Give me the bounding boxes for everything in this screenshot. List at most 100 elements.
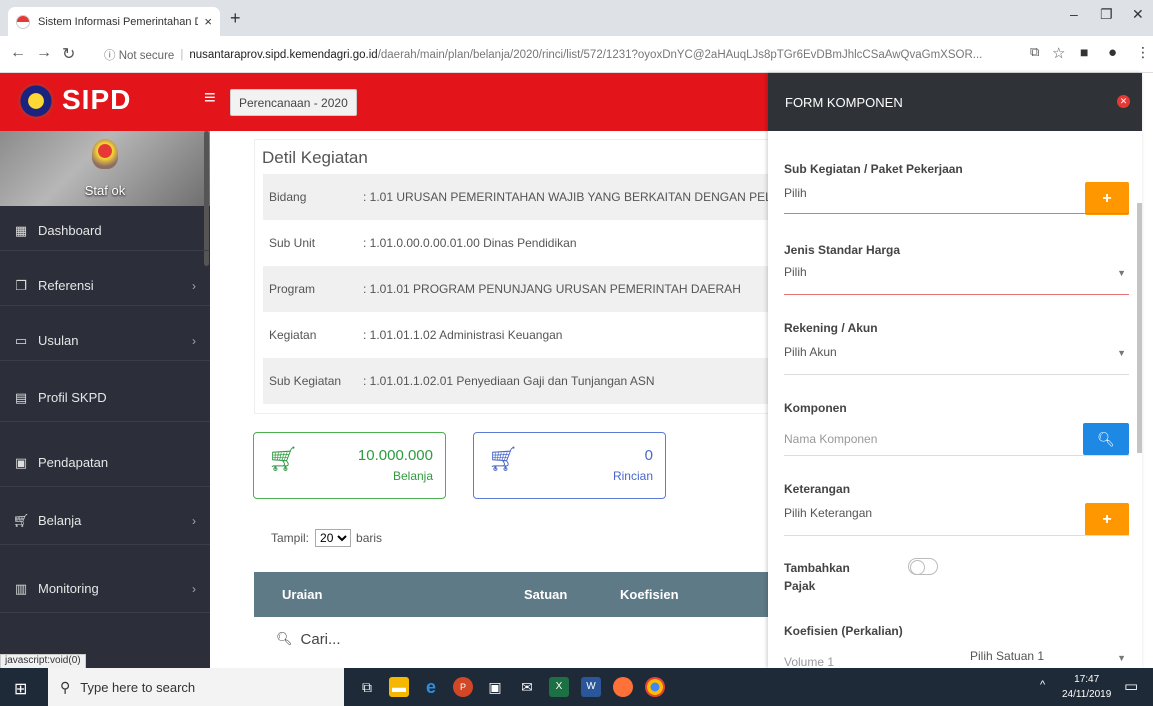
new-tab-button[interactable]: +	[230, 8, 241, 29]
sidebar-item-usulan[interactable]: ▭ Usulan ›	[0, 321, 210, 361]
excel-icon[interactable]: X	[549, 677, 569, 697]
main-content: Detil Kegiatan Bidang : 1.01 URUSAN PEME…	[210, 131, 768, 668]
detail-value: : 1.01.01.1.02 Administrasi Keuangan	[363, 328, 563, 342]
extension-icon[interactable]: ■	[1080, 44, 1088, 60]
firefox-icon[interactable]	[613, 677, 633, 697]
search-icon: ⚲	[60, 678, 71, 695]
file-explorer-icon[interactable]: ▬	[389, 677, 409, 697]
chevron-right-icon: ›	[192, 513, 196, 528]
taskbar-search-box[interactable]: ⚲ Type here to search	[48, 668, 344, 706]
windows-start-icon[interactable]: ⊞	[14, 679, 27, 699]
window-restore-button[interactable]: ❐	[1100, 6, 1113, 23]
pajak-label: Tambahkan Pajak	[784, 561, 850, 593]
panel-scrollbar[interactable]	[1137, 203, 1142, 453]
hamburger-menu-icon[interactable]: ≡	[204, 87, 216, 110]
user-name[interactable]: Staf ok	[0, 183, 210, 198]
chevron-down-icon[interactable]: ▼	[1117, 653, 1126, 663]
taskbar-clock[interactable]: 17:47 24/11/2019	[1062, 672, 1111, 702]
store-icon[interactable]: ▣	[485, 677, 505, 697]
tab-title: Sistem Informasi Pemerintahan D	[38, 15, 199, 28]
detail-key: Sub Unit	[269, 236, 316, 250]
form-komponen-panel: FORM KOMPONEN ✕ Sub Kegiatan / Paket Pek…	[768, 73, 1142, 668]
user-profile-panel: Staf ok	[0, 131, 210, 206]
sidebar-item-dashboard[interactable]: ▦ Dashboard	[0, 211, 210, 251]
money-icon: ▣	[14, 454, 28, 470]
detail-row-sub-unit: Sub Unit : 1.01.0.00.0.00.01.00 Dinas Pe…	[263, 220, 768, 266]
chevron-up-icon[interactable]: ^	[1040, 679, 1045, 691]
table-search[interactable]: 🔍︎ Cari...	[254, 617, 768, 661]
window-minimize-button[interactable]: –	[1070, 6, 1078, 22]
cart-icon: 🛒︎	[488, 446, 519, 473]
sidebar-item-belanja[interactable]: 🛒︎ Belanja ›	[0, 497, 210, 545]
tab-close-icon[interactable]: ×	[204, 14, 212, 29]
back-arrow-icon[interactable]: ←	[10, 44, 26, 62]
sipd-logo-icon	[18, 83, 54, 119]
rekening-label: Rekening / Akun	[784, 321, 878, 335]
rincian-summary-card[interactable]: 🛒︎ 0 Rincian	[473, 432, 666, 499]
keterangan-label: Keterangan	[784, 482, 851, 496]
pajak-toggle[interactable]	[908, 558, 938, 575]
detail-key: Program	[269, 282, 316, 296]
task-view-icon[interactable]: ⧉	[357, 677, 377, 697]
close-icon[interactable]: ✕	[1117, 95, 1130, 108]
satuan-select[interactable]: Pilih Satuan 1	[970, 649, 1044, 663]
show-label: Tampil:	[271, 531, 310, 545]
detail-title: Detil Kegiatan	[262, 148, 368, 167]
chevron-down-icon[interactable]: ▼	[1117, 348, 1126, 358]
copy-icon: ❐	[15, 277, 27, 293]
windows-taskbar: ⊞ ⚲ Type here to search ⧉ ▬ e P ▣ ✉ X W …	[0, 668, 1153, 706]
sidebar-item-profil-skpd[interactable]: ▤ Profil SKPD	[0, 374, 210, 422]
search-icon: 🔍︎	[1097, 430, 1115, 447]
divider	[784, 535, 1129, 536]
browser-menu-icon[interactable]: ⋮	[1136, 44, 1150, 61]
reload-icon[interactable]: ↻	[62, 44, 75, 64]
chrome-icon[interactable]	[645, 677, 665, 697]
forward-arrow-icon[interactable]: →	[36, 44, 52, 62]
powerpoint-icon[interactable]: P	[453, 677, 473, 697]
page-size-control: Tampil: 20 baris	[271, 529, 382, 547]
sidebar: Staf ok ▦ Dashboard ❐ Referensi › ▭ Usul…	[0, 131, 210, 668]
security-indicator[interactable]: ⓘ Not secure	[104, 47, 174, 63]
rekening-select[interactable]: Pilih Akun	[784, 345, 837, 359]
window-close-button[interactable]: ✕	[1132, 6, 1144, 23]
sub-kegiatan-select[interactable]: Pilih	[784, 186, 807, 200]
add-keterangan-button[interactable]: +	[1085, 503, 1129, 536]
belanja-summary-card[interactable]: 🛒︎ 10.000.000 Belanja	[253, 432, 446, 499]
column-header-satuan[interactable]: Satuan	[524, 587, 567, 602]
translate-icon[interactable]: ⧉	[1030, 44, 1039, 60]
table-header: Uraian Satuan Koefisien	[254, 572, 768, 617]
volume-input[interactable]: Volume 1	[784, 655, 834, 668]
komponen-input[interactable]: Nama Komponen	[784, 432, 877, 446]
detail-row-sub-kegiatan: Sub Kegiatan : 1.01.01.1.02.01 Penyediaa…	[263, 358, 768, 404]
mail-icon[interactable]: ✉	[517, 677, 537, 697]
column-header-koefisien[interactable]: Koefisien	[620, 587, 679, 602]
search-placeholder[interactable]: Cari...	[301, 631, 341, 648]
url-path: /daerah/main/plan/belanja/2020/rinci/lis…	[377, 48, 983, 61]
app-brand[interactable]: SIPD	[62, 84, 131, 116]
column-header-uraian[interactable]: Uraian	[282, 587, 322, 602]
profile-icon[interactable]: ●	[1108, 44, 1117, 61]
detail-value: : 1.01.01 PROGRAM PENUNJANG URUSAN PEMER…	[363, 282, 741, 296]
bookmark-star-icon[interactable]: ☆	[1052, 44, 1065, 62]
sidebar-item-referensi[interactable]: ❐ Referensi ›	[0, 266, 210, 306]
add-sub-kegiatan-button[interactable]: +	[1085, 182, 1129, 215]
sidebar-item-pendapatan[interactable]: ▣ Pendapatan	[0, 439, 210, 487]
jenis-standar-harga-select[interactable]: Pilih	[784, 265, 807, 279]
cart-icon: 🛒︎	[12, 512, 30, 528]
edge-browser-icon[interactable]: e	[421, 677, 441, 697]
word-icon[interactable]: W	[581, 677, 601, 697]
page-size-select[interactable]: 20	[315, 529, 352, 547]
sidebar-item-label: Usulan	[38, 333, 79, 348]
planning-year-button[interactable]: Perencanaan - 2020	[230, 89, 357, 116]
url-field[interactable]: ⓘ Not secure | nusantaraprov.sipd.kemend…	[104, 41, 1044, 68]
panel-header: FORM KOMPONEN ✕	[768, 73, 1142, 131]
keterangan-select[interactable]: Pilih Keterangan	[784, 506, 872, 520]
dashboard-icon: ▦	[14, 222, 28, 238]
search-komponen-button[interactable]: 🔍︎	[1083, 423, 1129, 455]
browser-tab[interactable]: Sistem Informasi Pemerintahan D ×	[8, 7, 220, 36]
notification-icon[interactable]: ▭	[1124, 677, 1138, 695]
sidebar-item-monitoring[interactable]: ▥ Monitoring ›	[0, 565, 210, 613]
chevron-down-icon[interactable]: ▼	[1117, 268, 1126, 278]
taskbar-search-placeholder[interactable]: Type here to search	[80, 680, 195, 695]
divider	[784, 294, 1129, 295]
